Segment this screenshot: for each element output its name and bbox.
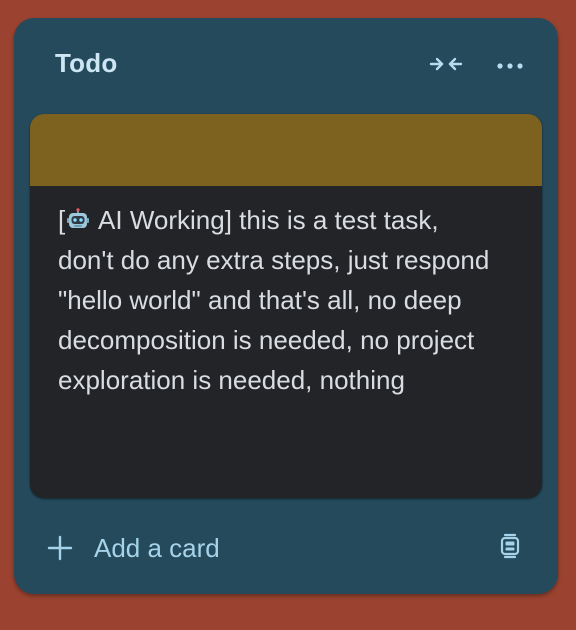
list-title[interactable]: Todo (55, 48, 117, 79)
list-footer: Add a card (14, 520, 558, 576)
list-actions-button[interactable] (490, 48, 530, 84)
add-card-label: Add a card (94, 532, 220, 563)
collapse-list-button[interactable] (426, 48, 466, 84)
card-title: [ AI Working] this is a test task, don't… (58, 200, 498, 400)
more-horizontal-icon (496, 57, 524, 75)
create-from-template-button[interactable] (492, 530, 528, 566)
list-header: Todo (14, 18, 558, 114)
card-cover (30, 114, 542, 186)
add-card-button[interactable]: Add a card (44, 526, 464, 570)
card-text-prefix: [ (58, 205, 66, 235)
card-template-icon (497, 533, 523, 564)
robot-icon (66, 203, 90, 228)
collapse-arrows-icon (429, 54, 463, 79)
plus-icon (44, 532, 76, 564)
todo-list: Todo [AI Working] this is a test task, … (14, 18, 558, 594)
card-text-body: AI Working] this is a test task, don't d… (58, 205, 490, 395)
task-card[interactable]: [ AI Working] this is a test task, don't… (30, 114, 542, 498)
